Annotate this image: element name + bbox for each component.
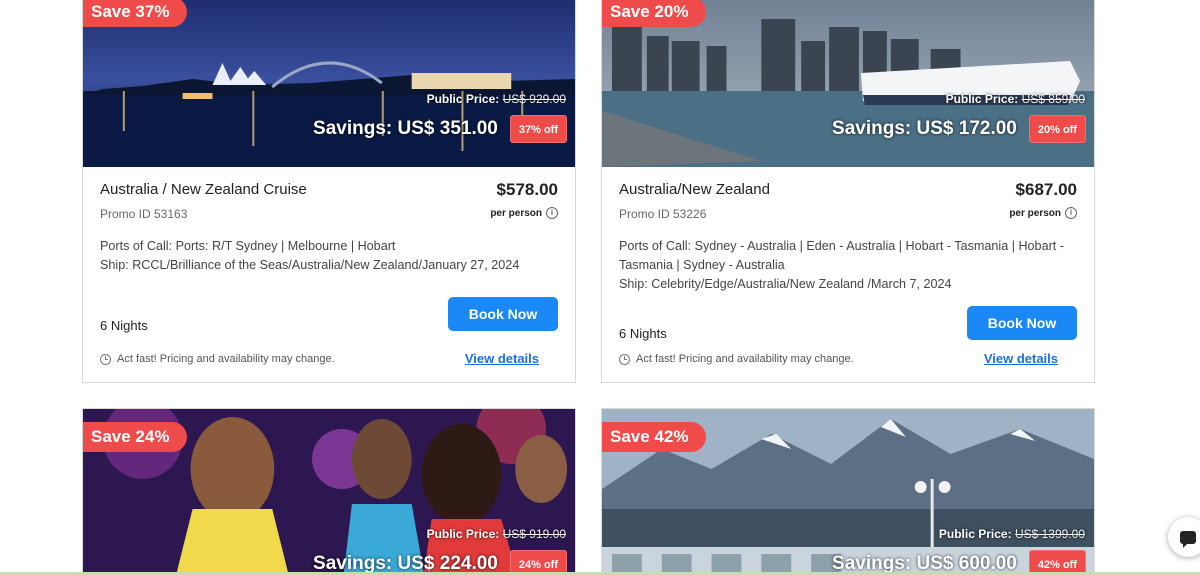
public-price: Public Price: US$ 859.00 <box>946 92 1085 106</box>
view-details-link[interactable]: View details <box>984 351 1058 366</box>
card-body: Australia / New Zealand Cruise $578.00 P… <box>83 167 575 383</box>
cruise-price: $687.00 <box>1015 180 1077 199</box>
cruise-details: Ports of Call: Sydney - Australia | Eden… <box>619 237 1064 294</box>
ship-info: Ship: Celebrity/Edge/Australia/New Zeala… <box>619 277 952 291</box>
clock-icon <box>100 353 111 365</box>
act-fast-text: Act fast! Pricing and availability may c… <box>636 353 854 365</box>
promo-id: Promo ID 53163 <box>100 207 188 221</box>
cruise-price: $578.00 <box>496 180 558 199</box>
cruise-card: Save 20% Public Price: US$ 859.00 Saving… <box>601 0 1095 383</box>
per-person-label: per person i <box>490 207 558 219</box>
nights-count: 6 Nights <box>619 326 667 341</box>
save-badge: Save 37% <box>83 0 188 27</box>
info-icon[interactable]: i <box>1065 207 1077 219</box>
card-image[interactable]: Save 20% Public Price: US$ 859.00 Saving… <box>602 0 1094 167</box>
save-badge: Save 42% <box>602 422 707 452</box>
public-price-value: US$ 929.00 <box>502 92 566 106</box>
cruise-card: Save 42% Public Price: US$ 1399.00 Savin… <box>601 408 1095 575</box>
save-badge: Save 20% <box>602 0 707 27</box>
public-price-value: US$ 1399.00 <box>1014 527 1085 541</box>
act-fast-notice: Act fast! Pricing and availability may c… <box>619 353 854 365</box>
card-image[interactable]: Save 42% Public Price: US$ 1399.00 Savin… <box>602 409 1094 575</box>
cruise-title: Australia/New Zealand <box>619 181 770 198</box>
card-body: Australia/New Zealand $687.00 Promo ID 5… <box>602 167 1094 383</box>
ports-of-call: Ports of Call: Sydney - Australia | Eden… <box>619 239 1064 272</box>
chat-button[interactable] <box>1168 517 1200 557</box>
promo-id: Promo ID 53226 <box>619 207 707 221</box>
savings-amount: Savings: US$ 351.00 <box>313 118 498 139</box>
card-image[interactable]: Save 24% Public Price: US$ 919.00 Saving… <box>83 409 575 575</box>
savings-amount: Savings: US$ 172.00 <box>832 118 1017 139</box>
cruise-details: Ports of Call: Ports: R/T Sydney | Melbo… <box>100 237 545 275</box>
cruise-title: Australia / New Zealand Cruise <box>100 181 307 198</box>
act-fast-text: Act fast! Pricing and availability may c… <box>117 353 335 365</box>
discount-badge: 37% off <box>509 115 567 143</box>
public-price-label: Public Price: <box>945 92 1019 106</box>
public-price: Public Price: US$ 1399.00 <box>939 527 1085 541</box>
cruise-card: Save 24% Public Price: US$ 919.00 Saving… <box>82 408 576 575</box>
card-image[interactable]: Save 37% Public Price: US$ 929.00 Saving… <box>83 0 575 167</box>
act-fast-notice: Act fast! Pricing and availability may c… <box>100 353 335 365</box>
chat-icon <box>1180 530 1196 548</box>
public-price: Public Price: US$ 929.00 <box>427 92 566 106</box>
public-price-value: US$ 859.00 <box>1021 92 1085 106</box>
public-price: Public Price: US$ 919.00 <box>427 527 566 541</box>
savings-row: Savings: US$ 172.00 20% off <box>832 115 1086 143</box>
info-icon[interactable]: i <box>546 207 558 219</box>
save-badge: Save 24% <box>83 422 188 452</box>
savings-row: Savings: US$ 351.00 37% off <box>313 115 567 143</box>
ports-of-call: Ports of Call: Ports: R/T Sydney | Melbo… <box>100 239 396 253</box>
per-person-label: per person i <box>1009 207 1077 219</box>
discount-badge: 20% off <box>1028 115 1086 143</box>
clock-icon <box>619 353 630 365</box>
per-person-text: per person <box>490 207 542 219</box>
public-price-label: Public Price: <box>426 92 500 106</box>
book-now-button[interactable]: Book Now <box>448 297 558 331</box>
view-details-link[interactable]: View details <box>465 351 539 366</box>
public-price-value: US$ 919.00 <box>502 527 566 541</box>
public-price-label: Public Price: <box>938 527 1012 541</box>
cruise-card: Save 37% Public Price: US$ 929.00 Saving… <box>82 0 576 383</box>
public-price-label: Public Price: <box>426 527 500 541</box>
nights-count: 6 Nights <box>100 318 148 333</box>
ship-info: Ship: RCCL/Brilliance of the Seas/Austra… <box>100 258 520 272</box>
per-person-text: per person <box>1009 207 1061 219</box>
book-now-button[interactable]: Book Now <box>967 306 1077 340</box>
